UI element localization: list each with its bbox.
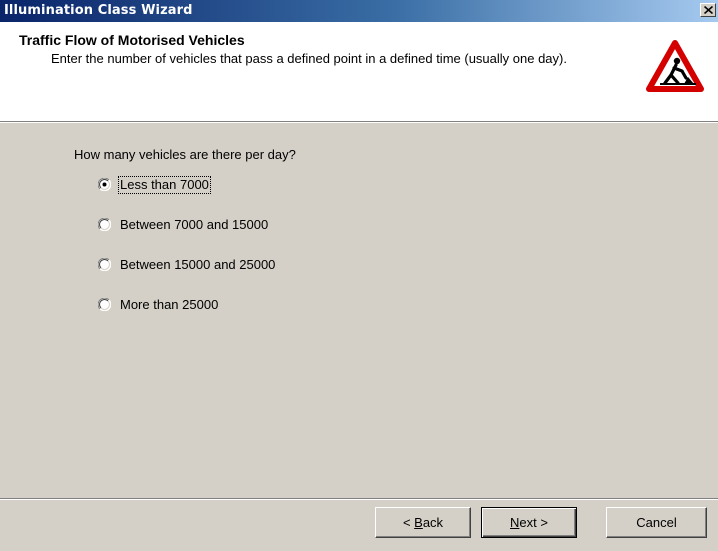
radio-option-label: More than 25000 xyxy=(120,297,219,312)
title-bar[interactable]: Illumination Class Wizard xyxy=(0,0,718,22)
header-separator xyxy=(0,121,718,123)
footer-separator xyxy=(0,498,718,500)
close-button[interactable] xyxy=(700,3,716,17)
window-title: Illumination Class Wizard xyxy=(4,3,193,18)
radio-selected-icon[interactable] xyxy=(98,178,111,191)
page-title: Traffic Flow of Motorised Vehicles xyxy=(19,32,245,48)
radio-option-label: Between 15000 and 25000 xyxy=(120,257,276,272)
question-label: How many vehicles are there per day? xyxy=(74,147,296,162)
back-button-label: < Back xyxy=(402,515,444,530)
back-button[interactable]: < Back xyxy=(375,507,471,538)
next-button-label: Next > xyxy=(510,515,548,530)
radio-unselected-icon[interactable] xyxy=(98,258,111,271)
cancel-button[interactable]: Cancel xyxy=(606,507,707,538)
next-button[interactable]: Next > xyxy=(481,507,577,538)
roadworks-warning-icon xyxy=(646,40,704,92)
page-description: Enter the number of vehicles that pass a… xyxy=(51,51,567,66)
radio-unselected-icon[interactable] xyxy=(98,298,111,311)
close-icon xyxy=(704,6,713,14)
radio-option-label: Less than 7000 xyxy=(118,176,211,194)
radio-unselected-icon[interactable] xyxy=(98,218,111,231)
radio-option-label: Between 7000 and 15000 xyxy=(120,217,269,232)
